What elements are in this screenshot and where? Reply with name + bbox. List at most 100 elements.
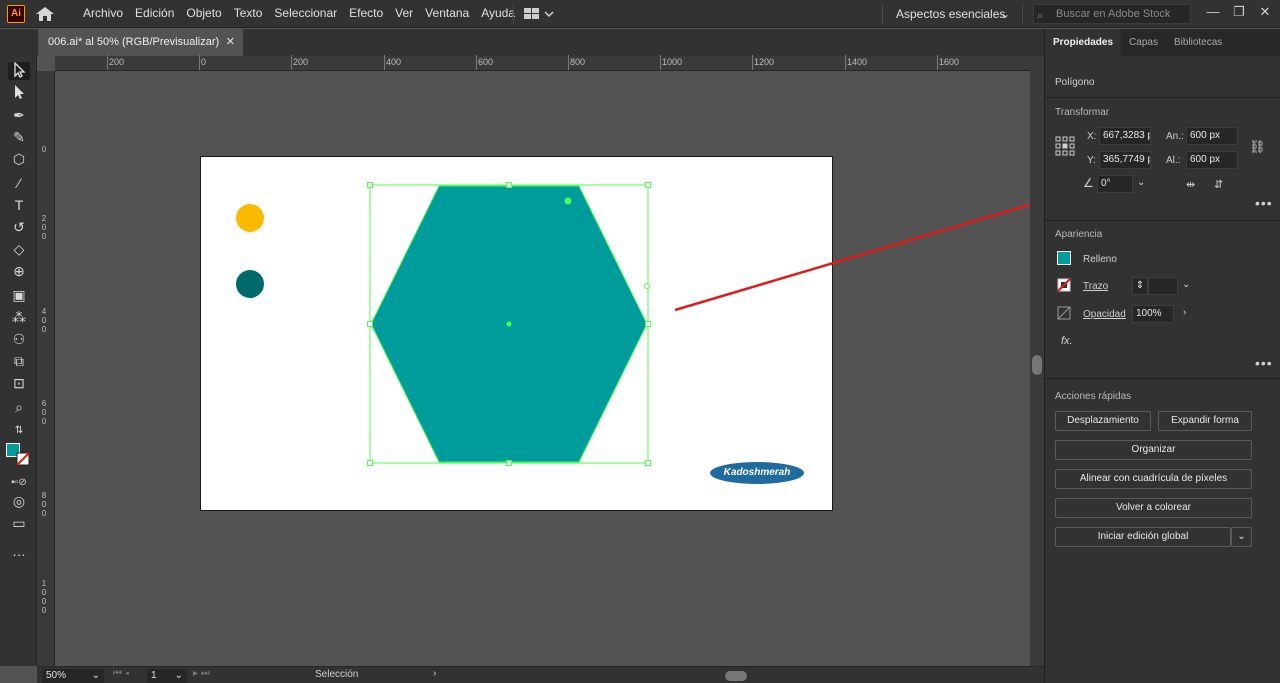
global-edit-options-chevron-icon[interactable]: ⌄ <box>1231 527 1252 547</box>
horizontal-scrollbar[interactable] <box>449 671 1034 681</box>
restore-icon[interactable]: ❐ <box>1228 2 1250 22</box>
rotate-handle[interactable] <box>644 283 650 289</box>
sides-widget[interactable] <box>564 197 572 205</box>
offset-path-button[interactable]: Desplazamiento <box>1055 411 1151 431</box>
workspace-switcher[interactable]: Aspectos esenciales ⌄ <box>888 4 1014 24</box>
rotation-input[interactable]: 0° <box>1097 175 1133 193</box>
tab-capas[interactable]: Capas <box>1121 29 1166 56</box>
menu-edicion[interactable]: Edición <box>135 0 186 28</box>
transform-heading: Transformar <box>1055 107 1110 118</box>
teal-circle[interactable] <box>236 270 264 298</box>
ruler-label: 800 <box>570 57 586 67</box>
stroke-none-swatch[interactable] <box>16 452 30 466</box>
vertical-scrollbar[interactable] <box>1030 56 1044 666</box>
type-tool-icon[interactable]: T <box>8 196 30 214</box>
x-position-input[interactable]: 667,3283 p <box>1099 127 1151 145</box>
adobe-stock-search-input[interactable]: ⌕ Buscar en Adobe Stock <box>1033 4 1191 24</box>
hexagon-selection[interactable] <box>364 180 656 470</box>
more-options-icon[interactable]: ••• <box>1255 355 1273 371</box>
scroll-thumb[interactable] <box>725 671 747 681</box>
page-value: 1 <box>151 670 157 681</box>
chevron-down-icon: ⌄ <box>91 670 100 681</box>
ruler-label: 600 <box>478 57 494 67</box>
pen-tool-icon[interactable]: ✒ <box>8 106 30 124</box>
color-mode-icon[interactable]: ▪▫⊘ <box>8 474 30 492</box>
align-pixel-grid-button[interactable]: Alinear con cuadrícula de píxeles <box>1055 469 1252 489</box>
document-tab[interactable]: 006.ai* al 50% (RGB/Previsualizar) ✕ <box>38 29 243 56</box>
height-input[interactable]: 600 px <box>1186 151 1238 169</box>
menu-ventana[interactable]: Ventana <box>425 0 481 28</box>
draw-mode-icon[interactable]: ◎ <box>8 492 30 510</box>
direct-selection-tool-icon[interactable] <box>8 84 30 102</box>
opacity-icon <box>1057 306 1071 320</box>
fill-swatch[interactable] <box>1057 251 1071 265</box>
menu-ayuda[interactable]: Ayuda <box>481 0 527 28</box>
selection-tool-icon[interactable] <box>8 61 30 80</box>
stroke-stepper[interactable]: ⇕ <box>1132 277 1148 295</box>
status-menu-chevron-icon[interactable]: › <box>433 668 436 679</box>
ruler-label: 4 0 0 <box>41 307 47 334</box>
constrain-proportions-icon[interactable]: ⛓ <box>1249 139 1266 155</box>
ruler-tick <box>476 55 477 70</box>
close-tab-icon[interactable]: ✕ <box>226 29 235 56</box>
opacity-label[interactable]: Opacidad <box>1083 309 1126 320</box>
symbol-sprayer-tool-icon[interactable]: ⧉ <box>8 352 30 370</box>
zoom-level-select[interactable]: 50% ⌄ <box>42 669 104 683</box>
menu-ver[interactable]: Ver <box>395 0 425 28</box>
shape-builder-tool-icon[interactable]: ⊕ <box>8 262 30 280</box>
swap-colors-icon[interactable]: ⇅ <box>8 422 30 440</box>
blend-tool-icon[interactable]: ⚇ <box>8 330 30 348</box>
ruler-tick <box>660 55 661 70</box>
chevron-right-icon[interactable]: › <box>1183 307 1186 318</box>
more-tools-icon[interactable]: … <box>8 542 30 560</box>
polygon-tool-icon[interactable]: ⬡ <box>8 150 30 168</box>
eyedropper-tool-icon[interactable]: ⁂ <box>8 308 30 326</box>
chevron-down-icon[interactable]: ⌄ <box>1182 279 1190 290</box>
zoom-value: 50% <box>46 670 67 681</box>
menu-texto[interactable]: Texto <box>234 0 275 28</box>
reference-point-icon[interactable] <box>1055 136 1075 156</box>
flip-vertical-icon[interactable]: ⇵ <box>1214 178 1223 191</box>
rotate-tool-icon[interactable]: ↺ <box>8 218 30 236</box>
artboard-tool-icon[interactable]: ⊡ <box>8 374 30 392</box>
ruler-label: 200 <box>109 57 125 67</box>
gradient-tool-icon[interactable]: ▣ <box>8 286 30 304</box>
menu-divider <box>1022 4 1023 24</box>
menu-objeto[interactable]: Objeto <box>186 0 233 28</box>
arrange-button[interactable]: Organizar <box>1055 440 1252 460</box>
stroke-weight-input[interactable] <box>1148 277 1178 295</box>
brush-tool-icon[interactable]: ⁄ <box>8 174 30 192</box>
curvature-tool-icon[interactable]: ✎ <box>8 128 30 146</box>
close-window-icon[interactable]: ✕ <box>1254 2 1276 22</box>
tab-propiedades[interactable]: Propiedades <box>1045 29 1122 56</box>
home-icon[interactable] <box>35 6 55 22</box>
artboard-number-select[interactable]: 1 ⌄ <box>147 669 187 683</box>
start-global-edit-button[interactable]: Iniciar edición global <box>1055 527 1231 547</box>
flip-horizontal-icon[interactable]: ⇹ <box>1186 178 1195 191</box>
screen-mode-icon[interactable]: ▭ <box>8 514 30 532</box>
effects-icon[interactable]: fx. <box>1061 335 1073 347</box>
arrange-documents-icon[interactable] <box>523 6 557 22</box>
first-page-icon[interactable]: ⏮ ◂ <box>113 668 129 679</box>
yellow-circle[interactable] <box>236 204 264 232</box>
last-page-icon[interactable]: ▸ ⏭ <box>193 668 210 679</box>
chevron-down-icon[interactable]: ⌄ <box>1137 177 1145 188</box>
zoom-tool-icon[interactable]: ⌕ <box>8 398 30 416</box>
menu-seleccionar[interactable]: Seleccionar <box>274 0 349 28</box>
more-options-icon[interactable]: ••• <box>1255 195 1273 211</box>
eraser-tool-icon[interactable]: ◇ <box>8 240 30 258</box>
width-input[interactable]: 600 px <box>1186 127 1238 145</box>
menu-efecto[interactable]: Efecto <box>349 0 395 28</box>
opacity-input[interactable]: 100% <box>1132 305 1174 323</box>
stroke-label[interactable]: Trazo <box>1083 281 1108 292</box>
stroke-swatch[interactable] <box>1057 278 1071 292</box>
tab-bibliotecas[interactable]: Bibliotecas <box>1166 29 1230 56</box>
expand-shape-button[interactable]: Expandir forma <box>1158 411 1252 431</box>
scroll-thumb[interactable] <box>1032 355 1042 375</box>
vertical-ruler: 0 2 0 0 4 0 0 6 0 0 8 0 0 1 0 0 0 <box>37 71 55 666</box>
menu-archivo[interactable]: Archivo <box>83 0 135 28</box>
recolor-button[interactable]: Volver a colorear <box>1055 498 1252 518</box>
y-position-input[interactable]: 365,7749 p <box>1099 151 1151 169</box>
minimize-icon[interactable]: — <box>1202 2 1224 22</box>
document-tab-bar: 006.ai* al 50% (RGB/Previsualizar) ✕ <box>0 29 1044 56</box>
